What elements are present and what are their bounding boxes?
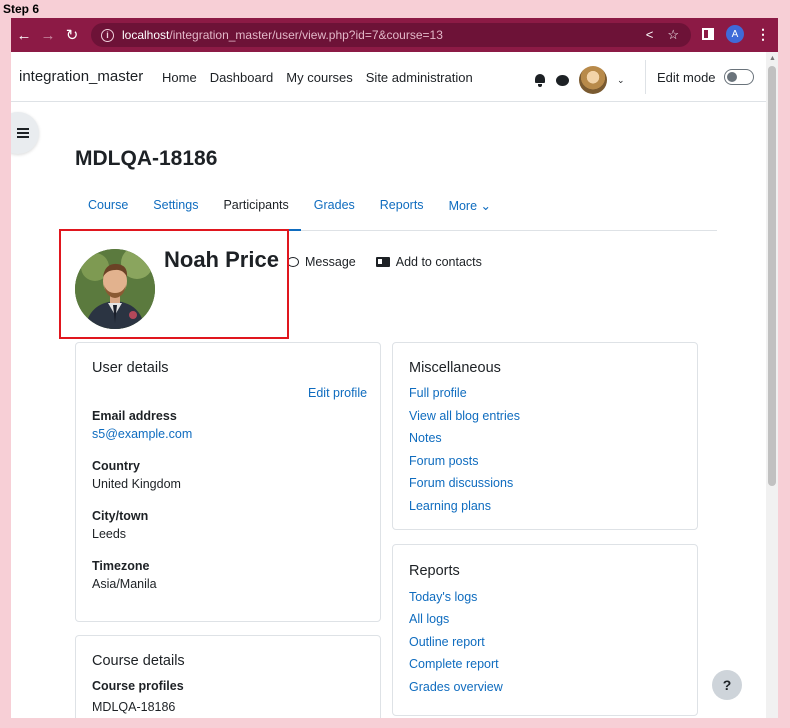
- miscellaneous-card: Miscellaneous Full profile View all blog…: [392, 342, 698, 530]
- nav-site-administration[interactable]: Site administration: [366, 70, 473, 85]
- all-logs-link[interactable]: All logs: [409, 612, 449, 626]
- forum-discussions-link[interactable]: Forum discussions: [409, 476, 513, 490]
- page-title: MDLQA-18186: [75, 147, 218, 170]
- bookmark-star-icon[interactable]: ☆: [667, 27, 679, 43]
- step-label: Step 6: [3, 2, 40, 16]
- email-label: Email address: [92, 409, 177, 423]
- reports-title: Reports: [409, 563, 460, 579]
- add-to-contacts-button[interactable]: Add to contacts: [375, 255, 482, 269]
- course-details-title: Course details: [92, 653, 185, 669]
- learning-plans-link[interactable]: Learning plans: [409, 499, 491, 513]
- country-value: United Kingdom: [92, 477, 181, 491]
- nav-dashboard[interactable]: Dashboard: [210, 70, 274, 85]
- notification-bell-icon[interactable]: [534, 73, 546, 87]
- tab-grades[interactable]: Grades: [301, 192, 367, 231]
- site-name[interactable]: integration_master: [19, 68, 143, 85]
- course-secondary-nav: Course Settings Participants Grades Repo…: [75, 192, 717, 231]
- email-value-link[interactable]: s5@example.com: [92, 427, 192, 441]
- user-details-card: User details Edit profile Email address …: [75, 342, 381, 622]
- messages-chat-icon[interactable]: [556, 74, 569, 86]
- primary-navigation: Home Dashboard My courses Site administr…: [162, 70, 473, 85]
- list-icon: [17, 128, 29, 138]
- forum-posts-link[interactable]: Forum posts: [409, 454, 478, 468]
- tab-more[interactable]: More ⌄: [436, 192, 503, 231]
- edit-mode-label: Edit mode: [657, 69, 716, 85]
- scroll-up-arrow-icon[interactable]: ▲: [769, 55, 776, 62]
- grades-overview-link[interactable]: Grades overview: [409, 680, 503, 694]
- url-host: localhost: [122, 28, 170, 42]
- browser-profile-avatar[interactable]: A: [726, 25, 744, 43]
- course-profiles-label: Course profiles: [92, 679, 184, 693]
- blog-entries-link[interactable]: View all blog entries: [409, 409, 520, 423]
- miscellaneous-title: Miscellaneous: [409, 360, 501, 376]
- scroll-thumb[interactable]: [768, 66, 776, 486]
- browser-menu-icon[interactable]: ⋮: [756, 26, 770, 43]
- timezone-value: Asia/Manila: [92, 577, 157, 591]
- course-index-toggle[interactable]: [11, 112, 39, 154]
- reports-card: Reports Today's logs All logs Outline re…: [392, 544, 698, 716]
- course-details-card: Course details Course profiles MDLQA-181…: [75, 635, 381, 718]
- profile-header-actions: Message Add to contacts: [287, 255, 482, 269]
- add-contacts-label: Add to contacts: [395, 255, 482, 269]
- tab-reports[interactable]: Reports: [367, 192, 436, 231]
- city-value: Leeds: [92, 527, 127, 541]
- edit-mode-toggle[interactable]: [723, 69, 754, 85]
- message-label: Message: [305, 255, 356, 269]
- tab-participants[interactable]: Participants: [210, 192, 301, 231]
- tab-settings[interactable]: Settings: [140, 192, 210, 231]
- share-icon[interactable]: <: [646, 27, 654, 43]
- edit-profile-link[interactable]: Edit profile: [308, 386, 367, 400]
- outline-report-link[interactable]: Outline report: [409, 635, 485, 649]
- browser-toolbar: ← → ↻ i localhost/integration_master/use…: [11, 18, 778, 52]
- tab-course[interactable]: Course: [75, 192, 140, 231]
- navbar-divider: [645, 60, 646, 94]
- back-icon[interactable]: ←: [13, 24, 35, 46]
- edit-mode-control: Edit mode: [657, 69, 754, 85]
- address-card-icon: [375, 257, 390, 267]
- help-button[interactable]: ?: [712, 670, 742, 700]
- forward-icon[interactable]: →: [37, 24, 59, 46]
- user-details-title: User details: [92, 360, 169, 376]
- notes-link[interactable]: Notes: [409, 431, 442, 445]
- annotation-highlight-box: [59, 229, 289, 339]
- complete-report-link[interactable]: Complete report: [409, 657, 499, 671]
- url-path: /integration_master/user/view.php?id=7&c…: [169, 28, 443, 42]
- user-menu-avatar[interactable]: [579, 66, 607, 94]
- country-label: Country: [92, 459, 140, 473]
- city-label: City/town: [92, 509, 149, 523]
- nav-my-courses[interactable]: My courses: [286, 70, 352, 85]
- timezone-label: Timezone: [92, 559, 150, 573]
- page-scrollbar[interactable]: ▲: [766, 52, 778, 718]
- site-info-icon[interactable]: i: [101, 28, 114, 42]
- full-profile-link[interactable]: Full profile: [409, 386, 467, 400]
- course-profile-value: MDLQA-18186: [92, 700, 176, 714]
- message-button[interactable]: Message: [287, 255, 356, 269]
- browser-window: ← → ↻ i localhost/integration_master/use…: [11, 18, 778, 718]
- reload-icon[interactable]: ↻: [61, 24, 83, 46]
- todays-logs-link[interactable]: Today's logs: [409, 590, 477, 604]
- site-navbar: integration_master Home Dashboard My cou…: [11, 52, 766, 102]
- nav-home[interactable]: Home: [162, 70, 197, 85]
- side-panel-icon[interactable]: [702, 28, 714, 40]
- address-bar[interactable]: i localhost/integration_master/user/view…: [91, 23, 691, 47]
- chevron-down-icon[interactable]: ⌄: [617, 75, 625, 86]
